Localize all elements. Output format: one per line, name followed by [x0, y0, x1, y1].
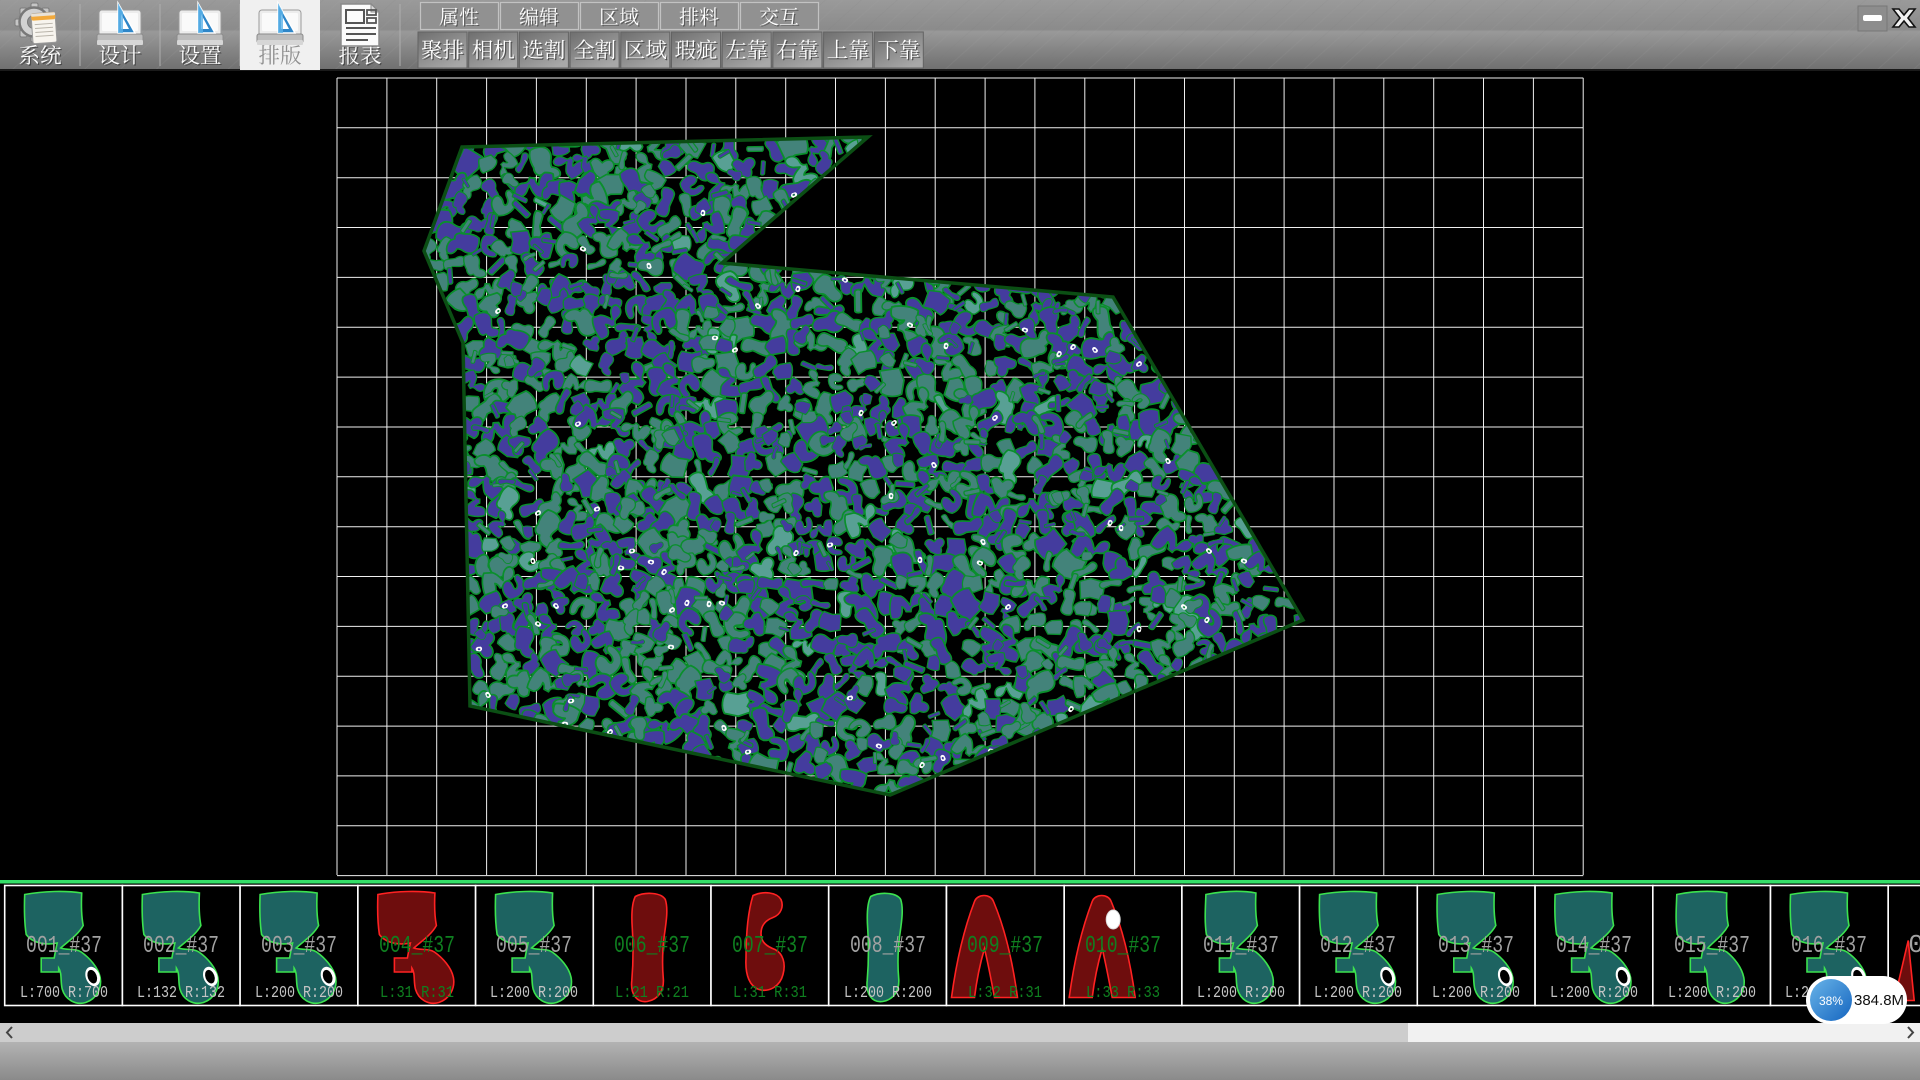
svg-text:006_#37: 006_#37: [614, 933, 690, 960]
svg-text:L:21 R:21: L:21 R:21: [615, 984, 689, 1003]
svg-text:L:200 R:200: L:200 R:200: [255, 984, 343, 1003]
svg-text:L:200 R:200: L:200 R:200: [1432, 984, 1520, 1003]
svg-text:L:31 R:31: L:31 R:31: [733, 984, 807, 1003]
svg-text:003_#37: 003_#37: [261, 933, 337, 960]
svg-text:002_#37: 002_#37: [143, 933, 219, 960]
svg-text:L:132 R:132: L:132 R:132: [137, 984, 225, 1003]
svg-text:008_#37: 008_#37: [850, 933, 926, 960]
svg-text:L:200 R:200: L:200 R:200: [844, 984, 932, 1003]
svg-text:L:200 R:200: L:200 R:200: [490, 984, 578, 1003]
svg-text:012_#37: 012_#37: [1320, 933, 1396, 960]
svg-text:004_#37: 004_#37: [379, 933, 455, 960]
svg-text:0: 0: [1908, 930, 1920, 960]
svg-text:010_#37: 010_#37: [1085, 933, 1161, 960]
svg-text:007_#37: 007_#37: [732, 933, 808, 960]
svg-text:L:700 R:700: L:700 R:700: [20, 984, 108, 1003]
svg-text:016_#37: 016_#37: [1791, 933, 1867, 960]
svg-text:38%: 38%: [1819, 994, 1843, 1008]
svg-text:013_#37: 013_#37: [1438, 933, 1514, 960]
svg-text:L:200 R:200: L:200 R:200: [1550, 984, 1638, 1003]
svg-text:L:200 R:200: L:200 R:200: [1314, 984, 1402, 1003]
svg-text:L:31 R:31: L:31 R:31: [380, 984, 454, 1003]
svg-text:L:200 R:200: L:200 R:200: [1668, 984, 1756, 1003]
svg-text:015_#37: 015_#37: [1674, 933, 1750, 960]
svg-text:011_#37: 011_#37: [1203, 933, 1279, 960]
svg-text:L:200 R:200: L:200 R:200: [1197, 984, 1285, 1003]
svg-text:009_#37: 009_#37: [967, 933, 1043, 960]
svg-text:005_#37: 005_#37: [496, 933, 572, 960]
svg-text:L:33 R:33: L:33 R:33: [1086, 984, 1160, 1003]
svg-text:L:32 R:31: L:32 R:31: [968, 984, 1042, 1003]
svg-text:014_#37: 014_#37: [1556, 933, 1632, 960]
svg-text:001_#37: 001_#37: [26, 933, 102, 960]
svg-text:384.8M: 384.8M: [1854, 992, 1904, 1009]
